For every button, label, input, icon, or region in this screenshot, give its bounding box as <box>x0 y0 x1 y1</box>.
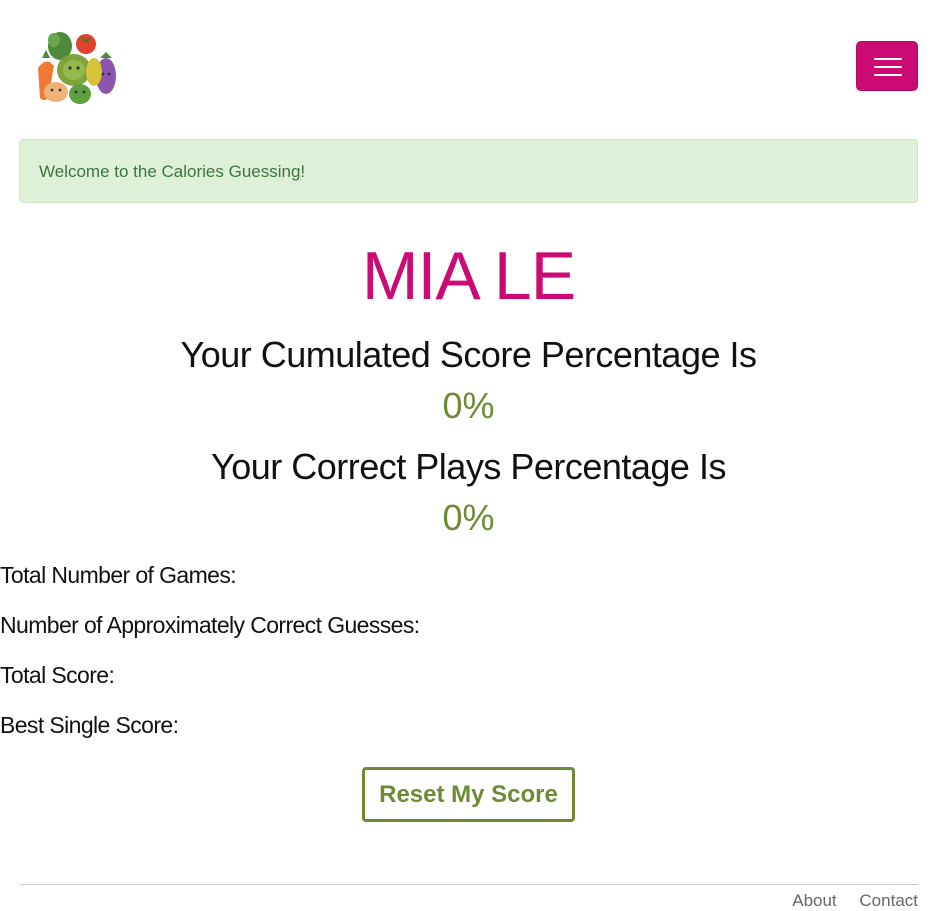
contact-link[interactable]: Contact <box>859 891 918 910</box>
user-name: MIA LE <box>361 238 576 314</box>
vegetables-logo-icon[interactable] <box>30 28 118 106</box>
cumulated-score-heading: Your Cumulated Score Percentage Is <box>180 334 757 375</box>
best-score-label: Best Single Score: <box>0 712 179 738</box>
footer-divider <box>19 884 918 885</box>
welcome-alert: Welcome to the Calories Guessing! <box>19 139 918 203</box>
cumulated-score-value: 0% <box>442 385 495 426</box>
menu-toggle-button[interactable] <box>856 41 918 91</box>
hamburger-menu-icon <box>874 74 902 76</box>
reset-score-button[interactable]: Reset My Score <box>362 767 575 822</box>
footer-links: About Contact <box>774 891 918 911</box>
correct-plays-value: 0% <box>442 497 495 538</box>
about-link[interactable]: About <box>792 891 836 910</box>
hamburger-menu-icon <box>874 66 902 68</box>
total-score-label: Total Score: <box>0 662 115 688</box>
hamburger-menu-icon <box>874 58 902 60</box>
approx-correct-label: Number of Approximately Correct Guesses: <box>0 612 420 638</box>
correct-plays-heading: Your Correct Plays Percentage Is <box>211 446 726 487</box>
navbar <box>0 0 937 130</box>
total-games-label: Total Number of Games: <box>0 562 237 588</box>
